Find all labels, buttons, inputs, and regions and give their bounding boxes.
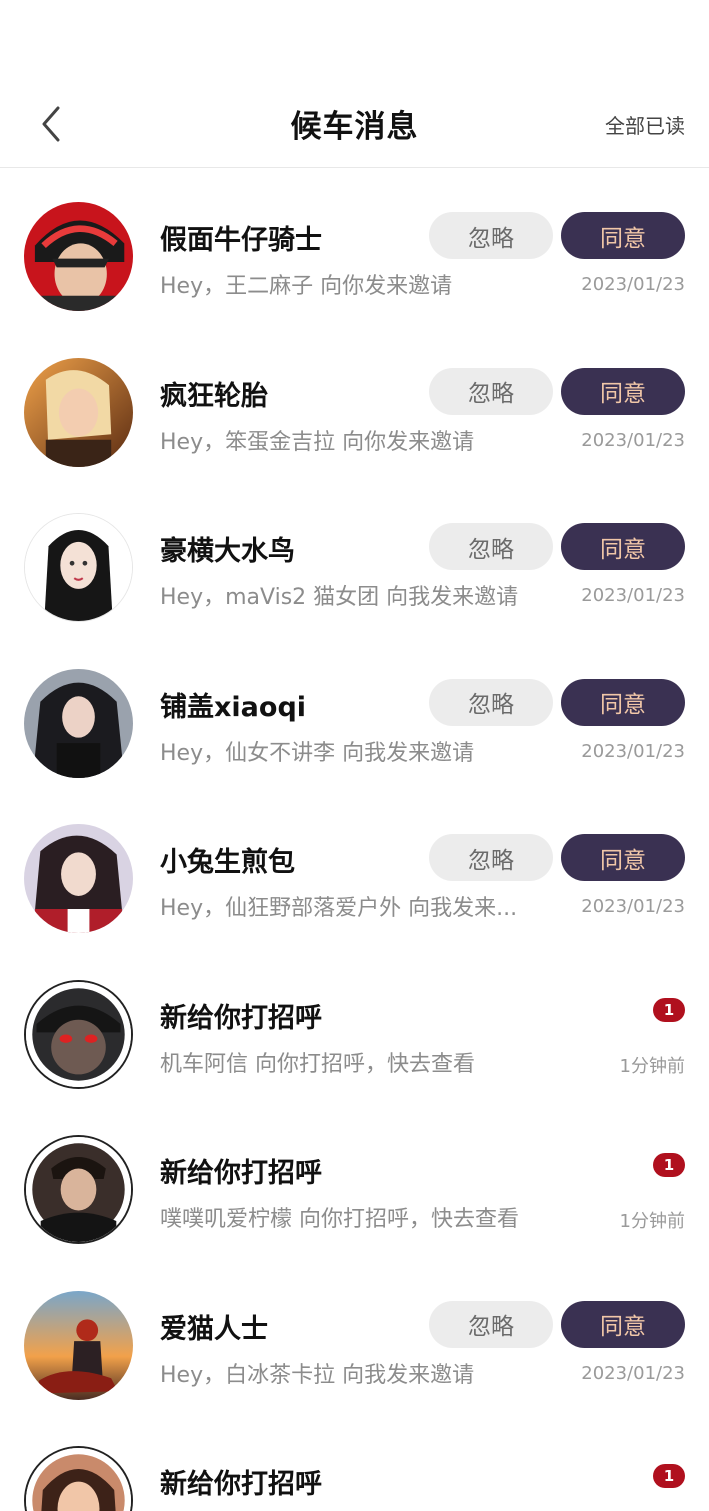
message-preview: Hey，白冰茶卡拉 向我发来邀请 bbox=[160, 1362, 475, 1388]
message-item[interactable]: 小兔生煎包 Hey，仙狂野部落爱户外 向我发来... 忽略 同意 2023/01… bbox=[0, 790, 709, 946]
sender-name: 新给你打招呼 bbox=[160, 1158, 322, 1189]
timestamp: 2023/01/23 bbox=[581, 740, 685, 762]
ignore-button[interactable]: 忽略 bbox=[429, 678, 553, 726]
message-preview: Hey，maVis2 猫女团 向我发来邀请 bbox=[160, 585, 519, 610]
sender-name: 小兔生煎包 bbox=[160, 847, 295, 878]
message-item[interactable]: 爱猫人士 Hey，白冰茶卡拉 向我发来邀请 忽略 同意 2023/01/23 bbox=[0, 1257, 709, 1413]
message-item[interactable]: 铺盖xiaoqi Hey，仙女不讲李 向我发来邀请 忽略 同意 2023/01/… bbox=[0, 635, 709, 791]
unread-badge: 1 bbox=[653, 1153, 685, 1177]
timestamp: 2023/01/23 bbox=[581, 896, 685, 917]
ignore-button[interactable]: 忽略 bbox=[429, 212, 553, 259]
avatar[interactable] bbox=[24, 357, 133, 467]
agree-button[interactable]: 同意 bbox=[561, 834, 685, 881]
unread-badge: 1 bbox=[653, 1464, 685, 1488]
avatar[interactable] bbox=[24, 1446, 133, 1511]
message-item[interactable]: 假面牛仔骑士 Hey，王二麻子 向你发来邀请 忽略 同意 2023/01/23 bbox=[0, 168, 709, 324]
avatar[interactable] bbox=[24, 1290, 133, 1400]
avatar[interactable] bbox=[24, 513, 133, 622]
message-item[interactable]: 新给你打招呼 1 bbox=[0, 1412, 709, 1511]
avatar[interactable] bbox=[24, 668, 133, 778]
agree-button[interactable]: 同意 bbox=[561, 678, 685, 726]
sender-name: 新给你打招呼 bbox=[160, 1002, 322, 1034]
message-item[interactable]: 新给你打招呼 机车阿信 向你打招呼，快去查看 1 1分钟前 bbox=[0, 946, 709, 1102]
timestamp: 1分钟前 bbox=[619, 1055, 685, 1077]
agree-button[interactable]: 同意 bbox=[561, 212, 685, 259]
timestamp: 2023/01/23 bbox=[581, 585, 685, 606]
timestamp: 2023/01/23 bbox=[581, 429, 685, 451]
message-item[interactable]: 疯狂轮胎 Hey，笨蛋金吉拉 向你发来邀请 忽略 同意 2023/01/23 bbox=[0, 324, 709, 480]
sender-name: 新给你打招呼 bbox=[160, 1469, 322, 1500]
timestamp: 1分钟前 bbox=[619, 1211, 685, 1232]
mark-all-read-button[interactable]: 全部已读 bbox=[605, 110, 685, 139]
message-item[interactable]: 豪横大水鸟 Hey，maVis2 猫女团 向我发来邀请 忽略 同意 2023/0… bbox=[0, 479, 709, 635]
message-preview: 噗噗叽爱柠檬 向你打招呼，快去查看 bbox=[160, 1207, 519, 1232]
nav-bar: 候车消息 全部已读 bbox=[0, 80, 709, 168]
sender-name: 疯狂轮胎 bbox=[160, 380, 268, 412]
sender-name: 豪横大水鸟 bbox=[160, 536, 295, 567]
timestamp: 2023/01/23 bbox=[581, 274, 685, 295]
sender-name: 爱猫人士 bbox=[160, 1313, 268, 1345]
message-preview: Hey，王二麻子 向你发来邀请 bbox=[160, 274, 453, 299]
ignore-button[interactable]: 忽略 bbox=[429, 523, 553, 570]
ignore-button[interactable]: 忽略 bbox=[429, 367, 553, 415]
avatar[interactable] bbox=[24, 1135, 133, 1244]
unread-badge: 1 bbox=[653, 997, 685, 1022]
agree-button[interactable]: 同意 bbox=[561, 1300, 685, 1348]
message-item[interactable]: 新给你打招呼 噗噗叽爱柠檬 向你打招呼，快去查看 1 1分钟前 bbox=[0, 1101, 709, 1257]
avatar[interactable] bbox=[24, 824, 133, 933]
chevron-left-icon bbox=[42, 106, 60, 142]
ignore-button[interactable]: 忽略 bbox=[429, 1300, 553, 1348]
ignore-button[interactable]: 忽略 bbox=[429, 834, 553, 881]
agree-button[interactable]: 同意 bbox=[561, 523, 685, 570]
page-title: 候车消息 bbox=[290, 109, 419, 145]
avatar[interactable] bbox=[24, 202, 133, 311]
message-preview: Hey，仙女不讲李 向我发来邀请 bbox=[160, 740, 475, 766]
avatar[interactable] bbox=[24, 979, 133, 1089]
agree-button[interactable]: 同意 bbox=[561, 367, 685, 415]
message-list: 假面牛仔骑士 Hey，王二麻子 向你发来邀请 忽略 同意 2023/01/23 … bbox=[0, 168, 709, 1511]
message-preview: Hey，仙狂野部落爱户外 向我发来... bbox=[160, 896, 518, 921]
back-button[interactable] bbox=[30, 102, 74, 146]
sender-name: 假面牛仔骑士 bbox=[160, 225, 322, 256]
message-preview: Hey，笨蛋金吉拉 向你发来邀请 bbox=[160, 429, 475, 455]
sender-name: 铺盖xiaoqi bbox=[160, 691, 307, 723]
timestamp: 2023/01/23 bbox=[581, 1362, 685, 1384]
message-preview: 机车阿信 向你打招呼，快去查看 bbox=[160, 1051, 475, 1077]
status-bar bbox=[0, 0, 709, 80]
